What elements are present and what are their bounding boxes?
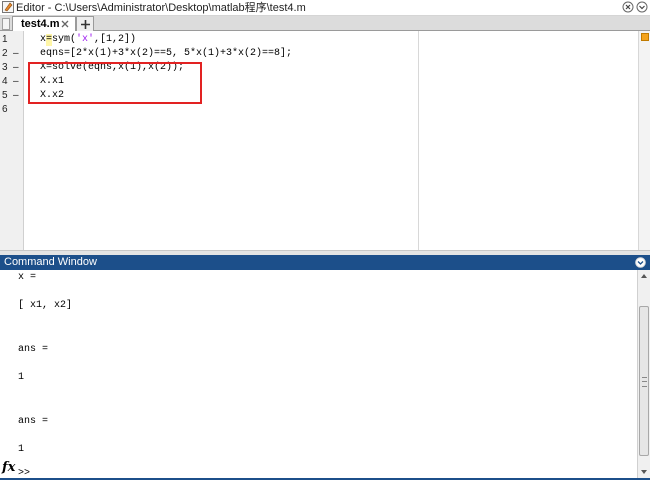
breakpoint-dash[interactable]: – [13, 89, 19, 103]
function-browser-icon[interactable]: fx [2, 460, 15, 475]
line-number: 1 [2, 34, 8, 45]
window-menu-icon[interactable] [636, 1, 648, 13]
new-tab-button[interactable] [76, 16, 94, 31]
breakpoint-dash[interactable]: – [13, 61, 19, 75]
code-text: eqns=[2*x(1)+3*x(2)==5, 5*x(1)+3*x(2)==8… [40, 48, 293, 59]
tab-label: test4.m [21, 18, 60, 30]
editor-app-icon [2, 1, 14, 13]
code-editor[interactable]: 1 x=sym('x',[1,2]) 2 – eqns=[2*x(1)+3*x(… [0, 31, 650, 250]
output-line: [ x1, x2] [18, 300, 73, 311]
editor-title-bar: Editor - C:\Users\Administrator\Desktop\… [0, 0, 650, 16]
tab-test4-m[interactable]: test4.m [12, 16, 76, 31]
line-number: 2 [2, 48, 8, 59]
output-line: 1 [18, 444, 25, 455]
code-text: x=sym('x',[1,2]) [40, 34, 137, 45]
breakpoint-dash[interactable]: – [13, 75, 19, 89]
scroll-down-icon[interactable] [640, 468, 648, 476]
code-line[interactable]: 1 x=sym('x',[1,2]) [0, 33, 420, 47]
scroll-up-icon[interactable] [640, 272, 648, 280]
output-line: ans = [18, 344, 49, 355]
editor-title: Editor - C:\Users\Administrator\Desktop\… [16, 2, 306, 14]
code-line[interactable]: 6 [0, 103, 420, 117]
code-analyzer-warning-icon[interactable] [641, 33, 649, 41]
command-window[interactable]: x = [ x1, x2] ans = 1 ans = 1 fx >> [0, 270, 650, 480]
line-number: 5 [2, 90, 8, 101]
line-number: 4 [2, 76, 8, 87]
panel-menu-icon[interactable] [635, 257, 646, 268]
breakpoint-dash[interactable]: – [13, 47, 19, 61]
editor-vertical-scrollbar[interactable] [638, 31, 650, 250]
close-tab-icon[interactable] [60, 19, 70, 29]
command-window-title: Command Window [4, 256, 97, 268]
command-window-vertical-scrollbar[interactable] [637, 270, 650, 478]
highlight-annotation-box [28, 62, 202, 104]
tab-scroll-left[interactable] [2, 18, 10, 30]
output-line: x = [18, 272, 37, 283]
line-number: 6 [2, 104, 8, 115]
command-window-header: Command Window [0, 255, 650, 270]
scrollbar-thumb[interactable] [639, 306, 649, 456]
code-line[interactable]: 2 – eqns=[2*x(1)+3*x(2)==5, 5*x(1)+3*x(2… [0, 47, 420, 61]
line-number: 3 [2, 62, 8, 73]
output-line: ans = [18, 416, 49, 427]
output-line: 1 [18, 372, 25, 383]
close-icon[interactable] [622, 1, 634, 13]
scrollbar-grip-icon [642, 377, 647, 387]
plus-icon [81, 20, 90, 29]
editor-tab-strip: test4.m [0, 16, 650, 31]
